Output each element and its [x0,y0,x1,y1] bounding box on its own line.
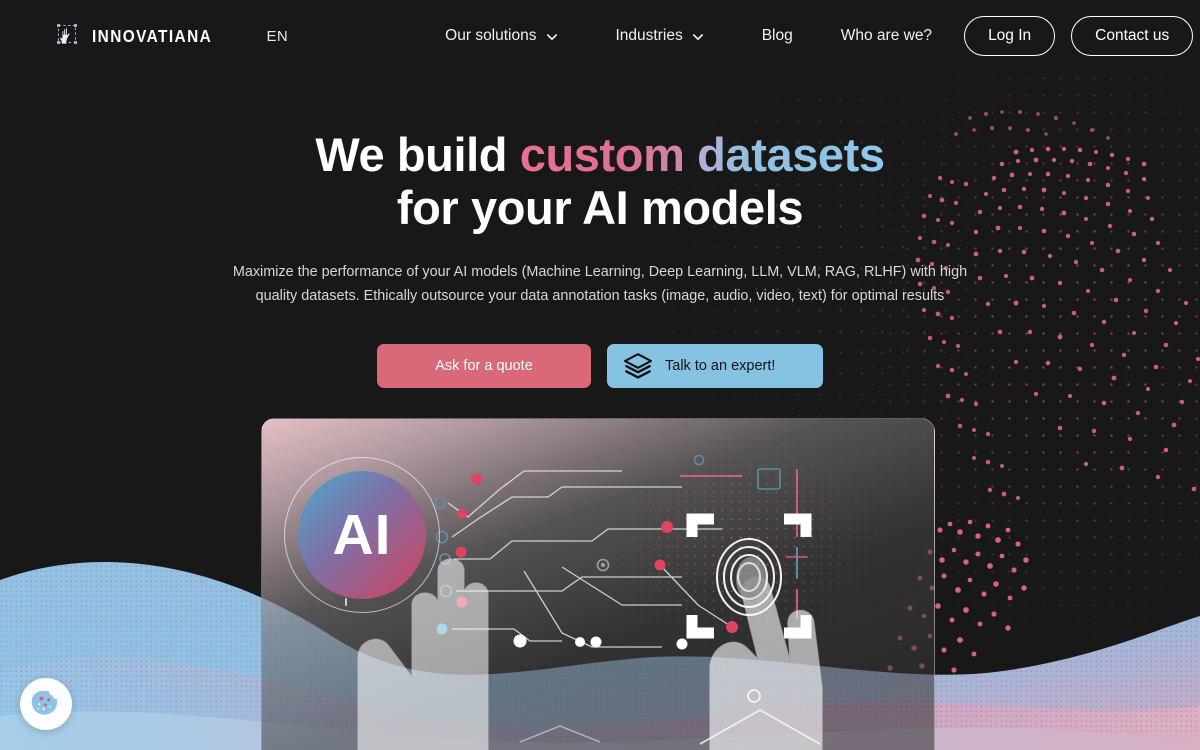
contact-us-button[interactable]: Contact us [1071,16,1194,56]
wave-layer-3 [0,711,1200,750]
ai-badge-ring [284,457,440,613]
wave-layer-2 [0,657,1200,750]
headline-accent-datasets: datasets [697,128,885,181]
ai-badge: AI [298,471,426,599]
ai-badge-label: AI [332,502,392,567]
nav-label-who-are-we: Who are we? [840,27,933,44]
page-title: We build custom datasets for your AI mod… [0,128,1200,234]
pointing-hand-icon [357,557,823,750]
nav-label-blog: Blog [761,27,793,44]
brand-name: INNOVATIANA [92,25,213,46]
hero-subtitle: Maximize the performance of your AI mode… [215,260,985,308]
wave-layer-1 [0,561,1200,750]
brand-logo[interactable]: INNOVATIANA [56,23,229,49]
language-selector[interactable]: EN [267,28,289,45]
nav-item-our-solutions[interactable]: Our solutions [445,21,557,51]
layers-stack-icon [623,351,653,381]
nav-label-our-solutions: Our solutions [445,27,537,44]
cursor-hand-icon [56,23,82,49]
headline-plain: We build [315,128,520,181]
landing-page: INNOVATIANA EN Our solutions Industries [0,0,1200,750]
cta-button-row: Ask for a quote Talk to an expert! [0,344,1200,388]
login-button[interactable]: Log In [964,16,1056,56]
headline-accent-custom: custom [519,128,698,181]
nav-item-who-are-we[interactable]: Who are we? [841,21,932,51]
nav-label-industries: Industries [615,27,683,44]
headline-line-1: We build custom datasets [315,128,885,181]
cookie-icon [29,687,63,721]
hero-subtitle-line-2: quality datasets. Ethically outsource yo… [255,288,945,304]
site-header: INNOVATIANA EN Our solutions Industries [0,0,1200,72]
ai-dashboard-panel: AI [261,418,935,750]
talk-to-an-expert-label: Talk to an expert! [665,358,776,374]
hero-section: We build custom datasets for your AI mod… [0,128,1200,388]
cookie-preferences-button[interactable] [20,678,72,730]
chevron-down-icon [692,31,704,43]
foreground-hud [519,689,821,745]
headline-line-2: for your AI models [396,181,804,234]
talk-to-an-expert-button[interactable]: Talk to an expert! [607,344,823,388]
nav-item-blog[interactable]: Blog [762,21,793,51]
circuit-graphics [333,419,934,669]
main-navigation: Our solutions Industries Blog Who are we… [445,16,1194,56]
hero-illustration: AI [0,418,1200,750]
wave-background [0,420,1200,750]
chevron-down-icon [546,31,558,43]
hero-subtitle-line-1: Maximize the performance of your AI mode… [232,264,968,280]
ask-for-a-quote-button[interactable]: Ask for a quote [377,344,591,388]
nav-item-industries[interactable]: Industries [616,21,704,51]
